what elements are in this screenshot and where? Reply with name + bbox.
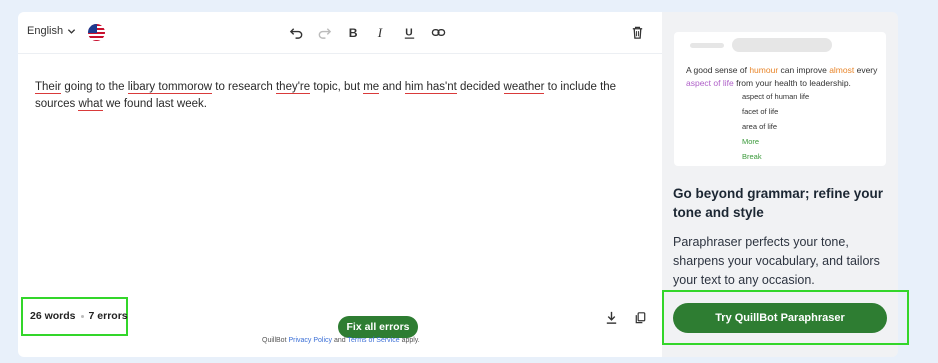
preview-text-part: humour — [749, 65, 779, 75]
error-count[interactable]: 7 errors — [89, 310, 128, 322]
text-segment: we found last week. — [102, 98, 207, 110]
text-segment: to research — [212, 81, 276, 93]
undo-icon[interactable] — [287, 23, 305, 41]
fix-all-errors-button[interactable]: Fix all errors — [338, 316, 418, 338]
error-word[interactable]: me — [363, 81, 380, 94]
terms-of-service-link[interactable]: Terms of Service — [348, 337, 400, 344]
link-icon[interactable] — [429, 23, 447, 41]
preview-text-part: almost — [829, 65, 855, 75]
promo-title: Go beyond grammar; refine your tone and … — [673, 186, 884, 220]
trash-icon[interactable] — [628, 23, 646, 41]
text-segment: decided — [456, 81, 504, 93]
privacy-policy-link[interactable]: Privacy Policy — [288, 337, 332, 344]
footer-prefix: QuillBot — [262, 337, 289, 344]
footer-suffix: apply. — [399, 337, 420, 344]
preview-placeholder-bar — [690, 43, 724, 48]
paraphraser-preview: A good sense of humour can improve almos… — [674, 32, 886, 166]
download-icon[interactable] — [602, 308, 620, 326]
copy-icon[interactable] — [631, 308, 649, 326]
text-segment: going to the — [61, 81, 128, 93]
promo-description: Paraphraser perfects your tone, sharpens… — [673, 235, 880, 287]
preview-text-part: from your health to leadership. — [733, 78, 851, 88]
us-flag-icon[interactable] — [88, 24, 105, 41]
document-stats: 26 words 7 errors — [30, 310, 128, 322]
footer-and: and — [332, 337, 348, 344]
bold-icon[interactable]: B — [343, 23, 361, 41]
svg-text:B: B — [348, 26, 357, 40]
underline-icon[interactable]: U — [400, 23, 418, 41]
language-selector[interactable]: English — [27, 25, 76, 37]
preview-suggestion-item: More — [742, 137, 760, 146]
preview-text-part: can improve — [778, 65, 830, 75]
preview-placeholder-pill — [732, 38, 832, 52]
redo-icon[interactable] — [315, 23, 333, 41]
svg-text:U: U — [405, 27, 412, 38]
text-segment: and — [379, 81, 405, 93]
word-count: 26 words — [30, 310, 76, 322]
preview-text-part: A good sense of — [686, 65, 750, 75]
italic-icon[interactable]: I — [371, 23, 389, 41]
try-paraphraser-button[interactable]: Try QuillBot Paraphraser — [673, 303, 887, 333]
error-word[interactable]: Their — [35, 81, 62, 94]
language-label: English — [27, 25, 64, 37]
editor-toolbar: English B I U — [18, 12, 662, 54]
preview-suggestion-item: area of life — [742, 122, 778, 131]
error-word[interactable]: libary tommorow — [127, 81, 213, 94]
text-editor[interactable]: Their going to the libary tommorow to re… — [35, 79, 635, 113]
preview-suggestion-item: aspect of human life — [742, 92, 810, 101]
error-word[interactable]: him has'nt — [404, 81, 457, 94]
error-word[interactable]: they're — [275, 81, 311, 94]
svg-text:I: I — [376, 25, 382, 40]
error-word[interactable]: weather — [503, 81, 545, 94]
preview-suggestion-item: Break — [742, 152, 762, 161]
text-segment: topic, but — [310, 81, 364, 93]
footer-legal: QuillBot Privacy Policy and Terms of Ser… — [262, 337, 420, 344]
preview-suggestion-item: facet of life — [742, 107, 779, 116]
error-word[interactable]: what — [78, 98, 103, 111]
preview-text: A good sense of humour can improve almos… — [686, 64, 881, 90]
separator-dot — [80, 314, 84, 318]
chevron-down-icon — [67, 28, 76, 34]
preview-suggestion-dropdown: aspect of human life facet of life area of… — [738, 89, 842, 164]
preview-text-part: every — [854, 65, 878, 75]
preview-text-part: aspect of life — [686, 78, 734, 88]
